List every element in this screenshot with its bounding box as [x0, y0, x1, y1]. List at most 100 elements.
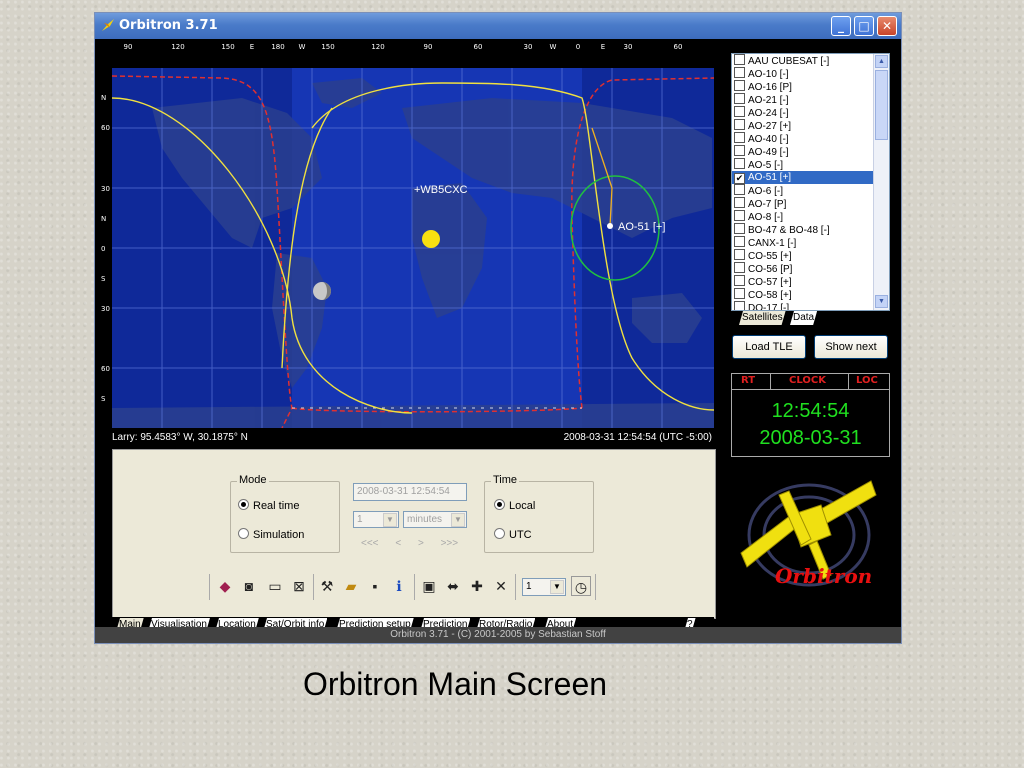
- checkbox-icon[interactable]: [734, 106, 745, 117]
- satellite-list-item[interactable]: AO-24 [-]: [732, 106, 889, 119]
- map-full-icon[interactable]: ✚: [467, 576, 487, 596]
- realtime-radio[interactable]: Real time: [238, 499, 299, 512]
- book-icon[interactable]: ◆: [215, 576, 235, 596]
- satellite-list-item[interactable]: ✔ AO-51 [+]: [732, 171, 889, 184]
- satellite-list-item[interactable]: BO-47 & BO-48 [-]: [732, 223, 889, 236]
- checkbox-icon[interactable]: [734, 93, 745, 104]
- satellite-label[interactable]: AO-51 [+]: [618, 221, 665, 233]
- clock-icon[interactable]: ◷: [571, 576, 591, 596]
- step-unit: minutes: [407, 514, 443, 525]
- checkbox-icon[interactable]: [734, 67, 745, 78]
- toolbar-value-select[interactable]: 1 ▼: [522, 578, 566, 596]
- open-folder-icon[interactable]: ▰: [341, 576, 361, 596]
- info-icon[interactable]: ℹ: [389, 576, 409, 596]
- checkbox-icon[interactable]: [734, 249, 745, 260]
- satellite-list-item[interactable]: CO-55 [+]: [732, 249, 889, 262]
- world-map[interactable]: +WB5CXC AO-51 [+]: [112, 68, 714, 428]
- clock-rt-label[interactable]: RT: [741, 375, 755, 386]
- checkbox-icon[interactable]: [734, 132, 745, 143]
- load-tle-button[interactable]: Load TLE: [732, 335, 806, 359]
- lon-tick: 120: [371, 43, 385, 51]
- minimize-button[interactable]: _: [831, 16, 851, 36]
- fullscreen-icon[interactable]: ✕: [491, 576, 511, 596]
- scroll-down-icon[interactable]: ▼: [875, 295, 888, 308]
- checkbox-checked-icon[interactable]: ✔: [734, 173, 745, 184]
- save-icon[interactable]: ▪: [365, 576, 385, 596]
- local-time-radio[interactable]: Local: [494, 499, 535, 512]
- tab-data[interactable]: Data: [790, 311, 817, 325]
- lon-tick: W: [298, 43, 306, 51]
- map-small-icon[interactable]: ▣: [419, 576, 439, 596]
- simulation-datetime-field[interactable]: 2008-03-31 12:54:54: [353, 483, 467, 501]
- back-button[interactable]: <: [395, 538, 401, 549]
- simulation-label: Simulation: [253, 529, 305, 541]
- scroll-thumb[interactable]: [875, 70, 888, 140]
- title-bar[interactable]: Orbitron 3.71 _ □ ✕: [95, 13, 901, 39]
- close-window-icon[interactable]: ⊠: [289, 576, 309, 596]
- checkbox-icon[interactable]: [734, 184, 745, 195]
- checkbox-icon[interactable]: [734, 119, 745, 130]
- satellite-list-item[interactable]: CANX-1 [-]: [732, 236, 889, 249]
- fast-forward-button[interactable]: >>>: [441, 538, 459, 549]
- utc-time-radio[interactable]: UTC: [494, 528, 532, 541]
- radio-checked-icon: [494, 499, 505, 510]
- satellite-list-item[interactable]: CO-58 [+]: [732, 288, 889, 301]
- satellite-list-scrollbar[interactable]: ▲ ▼: [873, 54, 889, 310]
- checkbox-icon[interactable]: [734, 197, 745, 208]
- satellite-list-item[interactable]: AO-5 [-]: [732, 158, 889, 171]
- checkbox-icon[interactable]: [734, 288, 745, 299]
- step-unit-select[interactable]: minutes ▼: [403, 511, 467, 528]
- satellite-name: AO-5 [-]: [748, 160, 784, 171]
- camera-icon[interactable]: ◙: [239, 576, 259, 596]
- realtime-label: Real time: [253, 500, 300, 512]
- satellite-list-item[interactable]: AO-27 [+]: [732, 119, 889, 132]
- checkbox-icon[interactable]: [734, 275, 745, 286]
- satellite-list-item[interactable]: CO-57 [+]: [732, 275, 889, 288]
- longitude-scale: 90 120 150 E 180 W 150 120 90 60 30 W 0 …: [112, 40, 895, 54]
- orbitron-logo-graphic: Orbitron: [740, 480, 877, 588]
- checkbox-icon[interactable]: [734, 236, 745, 247]
- satellite-list-item[interactable]: AO-49 [-]: [732, 145, 889, 158]
- lat-tick: N: [101, 215, 107, 223]
- satellite-list-item[interactable]: AO-8 [-]: [732, 210, 889, 223]
- step-value-select[interactable]: 1 ▼: [353, 511, 399, 528]
- checkbox-icon[interactable]: [734, 301, 745, 310]
- close-button[interactable]: ✕: [877, 16, 897, 36]
- minimize-icon: _: [838, 19, 844, 33]
- time-group: Time Local UTC: [484, 474, 594, 553]
- satellite-list-item[interactable]: DO-17 [-]: [732, 301, 889, 310]
- map-wide-icon[interactable]: ⬌: [443, 576, 463, 596]
- satellite-list-item[interactable]: AO-7 [P]: [732, 197, 889, 210]
- satellite-name: AO-27 [+]: [748, 121, 792, 132]
- checkbox-icon[interactable]: [734, 210, 745, 221]
- satellite-list[interactable]: AAU CUBESAT [-] AO-10 [-] AO-16 [P] AO-21 […: [731, 53, 890, 311]
- satellite-list-item[interactable]: AO-21 [-]: [732, 93, 889, 106]
- checkbox-icon[interactable]: [734, 223, 745, 234]
- simulation-radio[interactable]: Simulation: [238, 528, 304, 541]
- maximize-button[interactable]: □: [854, 16, 874, 36]
- tools-icon[interactable]: ⚒: [317, 576, 337, 596]
- checkbox-icon[interactable]: [734, 80, 745, 91]
- satellite-name: CANX-1 [-]: [748, 238, 797, 249]
- satellite-list-item[interactable]: CO-56 [P]: [732, 262, 889, 275]
- fast-back-button[interactable]: <<<: [361, 538, 379, 549]
- checkbox-icon[interactable]: [734, 262, 745, 273]
- checkbox-icon[interactable]: [734, 54, 745, 65]
- satellite-list-item[interactable]: AO-16 [P]: [732, 80, 889, 93]
- satellite-list-item[interactable]: AO-40 [-]: [732, 132, 889, 145]
- satellite-name: CO-58 [+]: [748, 290, 792, 301]
- checkbox-icon[interactable]: [734, 145, 745, 156]
- tab-satellites[interactable]: Satellites: [739, 311, 786, 325]
- clock-loc-label[interactable]: LOC: [856, 375, 878, 386]
- satellite-list-item[interactable]: AO-10 [-]: [732, 67, 889, 80]
- checkbox-icon[interactable]: [734, 158, 745, 169]
- satellite-list-item[interactable]: AO-6 [-]: [732, 184, 889, 197]
- lat-tick: 60: [101, 124, 110, 132]
- forward-button[interactable]: >: [418, 538, 424, 549]
- lon-tick: W: [549, 43, 557, 51]
- show-next-button[interactable]: Show next: [814, 335, 888, 359]
- satellite-list-item[interactable]: AAU CUBESAT [-]: [732, 54, 889, 67]
- satellite-position-marker[interactable]: [607, 223, 613, 229]
- minimize-window-icon[interactable]: ▭: [265, 576, 285, 596]
- scroll-up-icon[interactable]: ▲: [875, 55, 888, 68]
